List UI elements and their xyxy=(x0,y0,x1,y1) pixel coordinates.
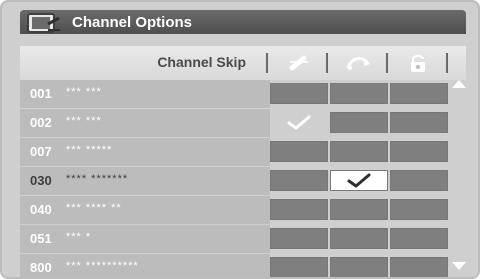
remove-channel-icon xyxy=(289,55,308,71)
channel-number: 002 xyxy=(30,115,52,130)
lock-toggle[interactable] xyxy=(390,170,448,191)
scroll-up-icon[interactable] xyxy=(450,78,468,90)
jump-toggle[interactable] xyxy=(330,170,388,191)
channel-number: 001 xyxy=(30,86,52,101)
jump-channel-icon xyxy=(346,57,370,70)
window-title: Channel Options xyxy=(72,14,192,31)
channel-name: *** *** xyxy=(66,115,102,127)
channel-number: 040 xyxy=(30,202,52,217)
header-separator xyxy=(266,53,268,73)
remove-toggle[interactable] xyxy=(270,257,328,277)
jump-toggle[interactable] xyxy=(330,141,388,162)
channel-row[interactable]: 007 *** ***** xyxy=(20,138,270,166)
jump-toggle[interactable] xyxy=(330,228,388,249)
channel-options-panel: Channel Options Channel Skip 001 *** *** 0… xyxy=(0,0,480,279)
header-separator xyxy=(386,53,388,73)
channel-row[interactable]: 030 **** ******* xyxy=(20,167,270,195)
channel-number: 051 xyxy=(30,231,52,246)
lock-toggle[interactable] xyxy=(390,112,448,133)
channel-row[interactable]: 040 *** **** ** xyxy=(20,196,270,224)
jump-toggle[interactable] xyxy=(330,83,388,104)
remove-toggle[interactable] xyxy=(270,228,328,249)
channel-skip-label: Channel Skip xyxy=(157,54,246,70)
column-header: Channel Skip xyxy=(20,46,466,80)
lock-toggle[interactable] xyxy=(390,228,448,249)
channel-row[interactable]: 001 *** *** xyxy=(20,80,270,108)
lock-toggle[interactable] xyxy=(390,257,448,277)
channel-number: 030 xyxy=(30,173,52,188)
lock-toggle[interactable] xyxy=(390,199,448,220)
channel-row[interactable]: 800 *** ********** xyxy=(20,254,270,277)
lock-toggle[interactable] xyxy=(390,83,448,104)
unlock-icon xyxy=(411,55,425,72)
channel-row[interactable]: 051 *** * xyxy=(20,225,270,253)
jump-toggle[interactable] xyxy=(330,112,388,133)
remove-toggle[interactable] xyxy=(270,112,328,133)
header-separator xyxy=(446,53,448,73)
channel-name: *** *** xyxy=(66,86,102,98)
channel-name: *** * xyxy=(66,231,92,243)
tv-settings-icon xyxy=(27,13,60,33)
lock-toggle[interactable] xyxy=(390,141,448,162)
channel-number: 800 xyxy=(30,260,52,275)
channel-name: *** ********** xyxy=(66,260,139,272)
remove-toggle[interactable] xyxy=(270,83,328,104)
header-separator xyxy=(326,53,328,73)
remove-toggle[interactable] xyxy=(270,141,328,162)
remove-toggle[interactable] xyxy=(270,199,328,220)
channel-name: **** ******* xyxy=(66,173,129,185)
scroll-down-icon[interactable] xyxy=(450,260,468,272)
check-icon xyxy=(347,173,371,188)
channel-number: 007 xyxy=(30,144,52,159)
remove-toggle[interactable] xyxy=(270,170,328,191)
jump-toggle[interactable] xyxy=(330,257,388,277)
channel-name: *** ***** xyxy=(66,144,113,156)
channel-row[interactable]: 002 *** *** xyxy=(20,109,270,137)
jump-toggle[interactable] xyxy=(330,199,388,220)
check-icon xyxy=(287,115,311,130)
channel-name: *** **** ** xyxy=(66,202,122,214)
